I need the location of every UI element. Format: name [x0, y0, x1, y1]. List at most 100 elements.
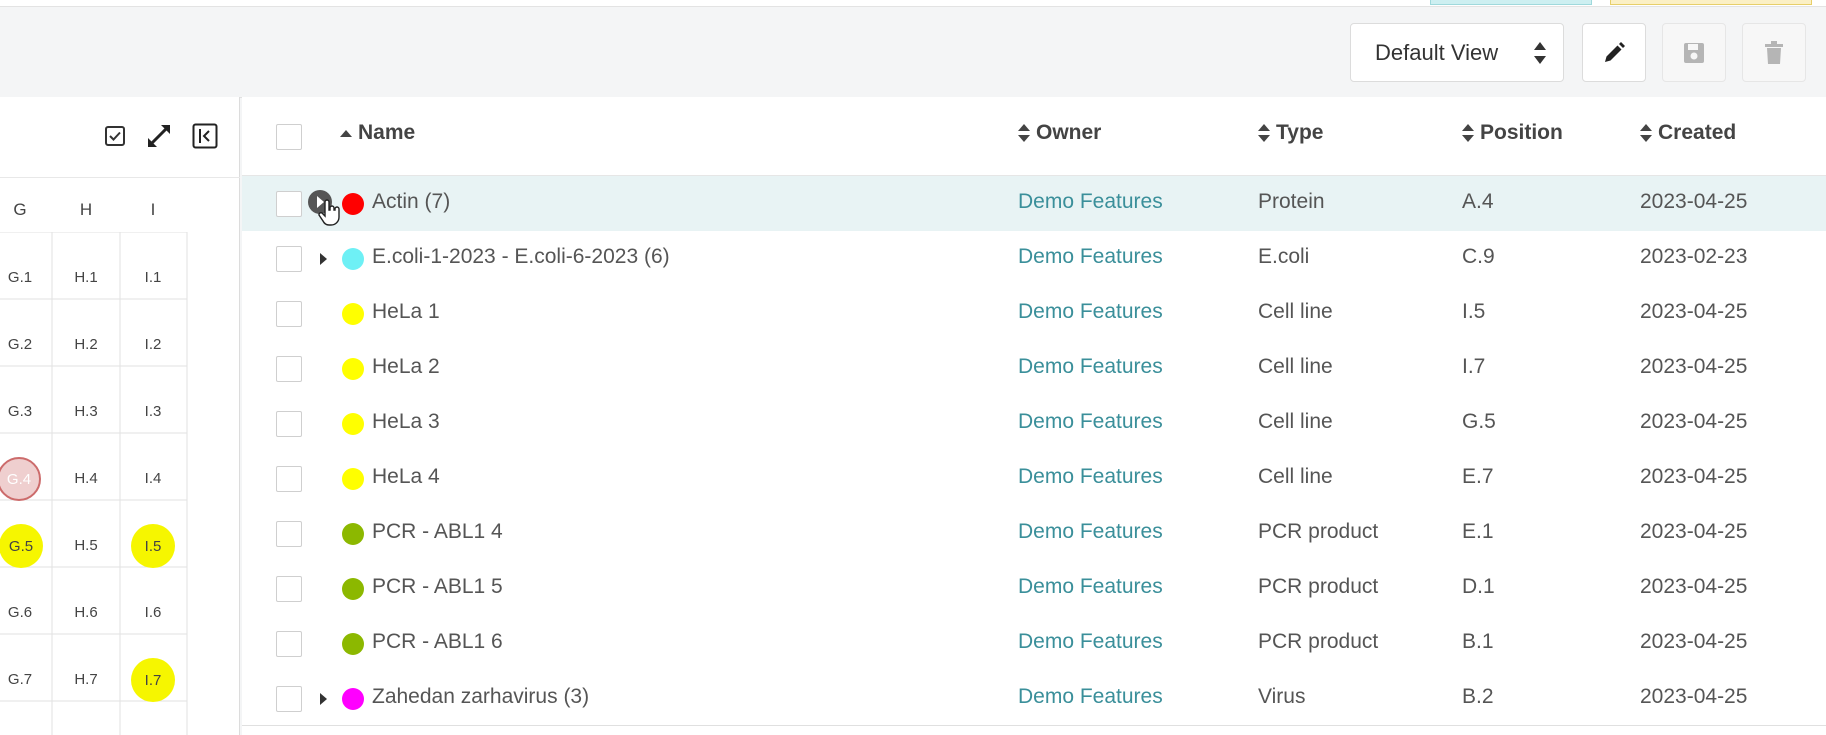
plate-well[interactable]: G.7	[0, 671, 50, 688]
select-all-checkbox[interactable]	[276, 124, 302, 150]
cell-name[interactable]: HeLa 4	[372, 465, 440, 489]
table-row[interactable]: Zahedan zarhavirus (3) Demo Features Vir…	[242, 671, 1826, 726]
cell-name[interactable]: HeLa 2	[372, 355, 440, 379]
expand-caret-icon[interactable]	[320, 693, 327, 705]
plate-well[interactable]: G.2	[0, 336, 50, 353]
plate-well[interactable]: H.5	[56, 537, 116, 554]
plate-well-occupied[interactable]: I.7	[131, 658, 175, 702]
color-dot	[342, 468, 364, 490]
cell-position: I.7	[1462, 355, 1486, 378]
table-row[interactable]: HeLa 3 Demo Features Cell line G.5 2023-…	[242, 396, 1826, 451]
table-row[interactable]: PCR - ABL1 6 Demo Features PCR product B…	[242, 616, 1826, 671]
cell-owner[interactable]: Demo Features	[1018, 355, 1163, 379]
cell-owner[interactable]: Demo Features	[1018, 520, 1163, 544]
row-checkbox[interactable]	[276, 686, 302, 712]
plate-well[interactable]: I.2	[123, 336, 183, 353]
sort-arrows-icon	[1534, 42, 1546, 64]
cell-position: I.5	[1462, 300, 1486, 323]
plate-well[interactable]: H.6	[56, 604, 116, 621]
plate-well[interactable]: H.4	[56, 470, 116, 487]
trash-icon	[1765, 40, 1783, 64]
expand-button[interactable]	[144, 121, 174, 151]
table-row[interactable]: HeLa 4 Demo Features Cell line E.7 2023-…	[242, 451, 1826, 506]
cell-type: PCR product	[1258, 575, 1379, 598]
row-checkbox[interactable]	[276, 301, 302, 327]
cell-created: 2023-04-25	[1640, 630, 1748, 653]
col-header-owner[interactable]: Owner	[1018, 121, 1101, 145]
plate-well[interactable]: G.1	[0, 269, 50, 286]
cell-name[interactable]: HeLa 1	[372, 300, 440, 324]
view-select[interactable]: Default View	[1350, 23, 1564, 82]
cell-owner[interactable]: Demo Features	[1018, 300, 1163, 324]
row-checkbox[interactable]	[276, 246, 302, 272]
plate-well[interactable]: H.3	[56, 403, 116, 420]
cell-type: Cell line	[1258, 355, 1333, 378]
collapse-panel-icon	[192, 123, 218, 149]
plate-well[interactable]: I.3	[123, 403, 183, 420]
color-dot	[342, 688, 364, 710]
plate-col-header: H	[79, 200, 93, 219]
save-button[interactable]	[1662, 23, 1726, 82]
plate-tools	[0, 97, 240, 178]
cell-owner[interactable]: Demo Features	[1018, 410, 1163, 434]
top-tab-yellow[interactable]	[1610, 0, 1812, 5]
col-header-name[interactable]: Name	[340, 121, 415, 145]
select-all-button[interactable]	[100, 121, 130, 151]
cell-position: D.1	[1462, 575, 1495, 598]
cell-owner[interactable]: Demo Features	[1018, 245, 1163, 269]
plate-well[interactable]: H.1	[56, 269, 116, 286]
row-checkbox[interactable]	[276, 631, 302, 657]
table-row[interactable]: HeLa 2 Demo Features Cell line I.7 2023-…	[242, 341, 1826, 396]
cell-owner[interactable]: Demo Features	[1018, 465, 1163, 489]
table-row[interactable]: PCR - ABL1 4 Demo Features PCR product E…	[242, 506, 1826, 561]
cell-name[interactable]: PCR - ABL1 4	[372, 520, 503, 544]
row-checkbox[interactable]	[276, 521, 302, 547]
view-select-value: Default View	[1375, 39, 1499, 65]
cell-position: B.2	[1462, 685, 1494, 708]
cell-type: Cell line	[1258, 300, 1333, 323]
table-row[interactable]: HeLa 1 Demo Features Cell line I.5 2023-…	[242, 286, 1826, 341]
cell-name[interactable]: PCR - ABL1 6	[372, 630, 503, 654]
cell-name[interactable]: E.coli-1-2023 - E.coli-6-2023 (6)	[372, 245, 670, 269]
col-header-position[interactable]: Position	[1462, 121, 1563, 145]
row-checkbox[interactable]	[276, 466, 302, 492]
plate-col-header: I	[150, 200, 156, 219]
cell-owner[interactable]: Demo Features	[1018, 630, 1163, 654]
cell-type: Cell line	[1258, 410, 1333, 433]
row-checkbox[interactable]	[276, 356, 302, 382]
cell-name[interactable]: Actin (7)	[372, 190, 450, 214]
top-tab-teal[interactable]	[1430, 0, 1592, 5]
cell-created: 2023-04-25	[1640, 410, 1748, 433]
row-checkbox[interactable]	[276, 191, 302, 217]
plate-well-occupied[interactable]: I.5	[131, 524, 175, 568]
plate-well[interactable]: I.1	[123, 269, 183, 286]
table-row[interactable]: PCR - ABL1 5 Demo Features PCR product D…	[242, 561, 1826, 616]
expand-circle-icon[interactable]	[306, 188, 346, 228]
edit-button[interactable]	[1582, 23, 1646, 82]
row-checkbox[interactable]	[276, 576, 302, 602]
col-header-type[interactable]: Type	[1258, 121, 1323, 145]
plate-well[interactable]: I.6	[123, 604, 183, 621]
cell-created: 2023-04-25	[1640, 190, 1748, 213]
cell-name[interactable]: HeLa 3	[372, 410, 440, 434]
plate-well[interactable]: H.2	[56, 336, 116, 353]
cell-name[interactable]: Zahedan zarhavirus (3)	[372, 685, 589, 709]
col-header-created[interactable]: Created	[1640, 121, 1736, 145]
delete-button[interactable]	[1742, 23, 1806, 82]
plate-well[interactable]: I.4	[123, 470, 183, 487]
cell-owner[interactable]: Demo Features	[1018, 575, 1163, 599]
plate-well[interactable]: G.3	[0, 403, 50, 420]
table-row[interactable]: E.coli-1-2023 - E.coli-6-2023 (6) Demo F…	[242, 231, 1826, 286]
plate-well[interactable]: G.6	[0, 604, 50, 621]
plate-well-occupied[interactable]: G.5	[0, 524, 43, 568]
cell-owner[interactable]: Demo Features	[1018, 190, 1163, 214]
cell-name[interactable]: PCR - ABL1 5	[372, 575, 503, 599]
plate-well[interactable]: H.7	[56, 671, 116, 688]
table-row[interactable]: Actin (7) Demo Features Protein A.4 2023…	[242, 176, 1826, 231]
collapse-panel-button[interactable]	[190, 121, 220, 151]
expand-caret-icon[interactable]	[320, 253, 327, 265]
sort-icon	[1640, 124, 1652, 142]
row-checkbox[interactable]	[276, 411, 302, 437]
cell-position: C.9	[1462, 245, 1495, 268]
cell-owner[interactable]: Demo Features	[1018, 685, 1163, 709]
